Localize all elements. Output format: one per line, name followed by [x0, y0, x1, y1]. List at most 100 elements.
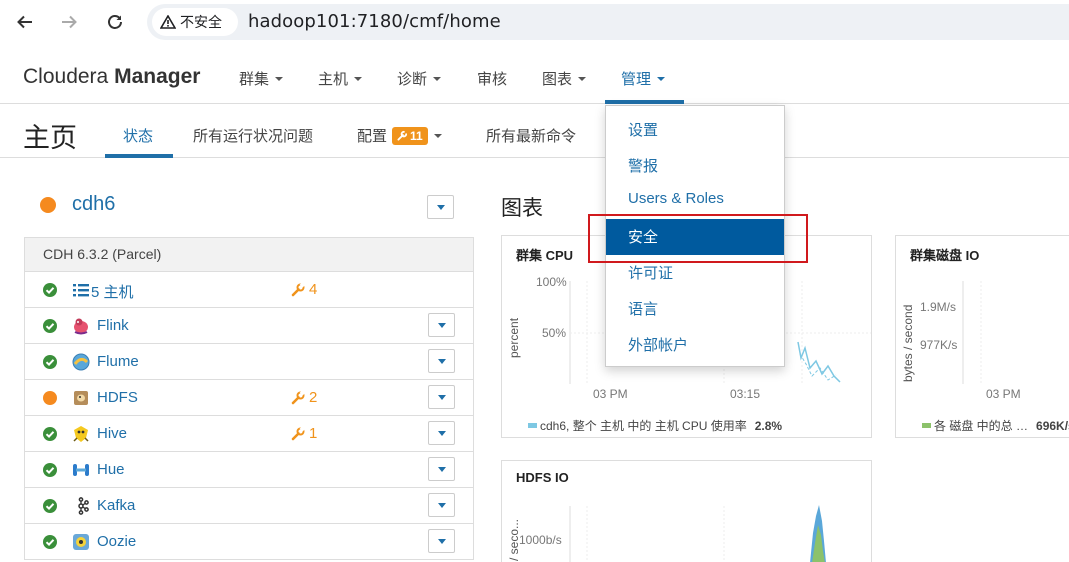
service-name-link[interactable]: Oozie [97, 533, 136, 550]
flink-icon [71, 316, 91, 336]
service-actions-dropdown[interactable] [428, 349, 455, 373]
wrench-icon [291, 426, 305, 440]
service-actions-dropdown[interactable] [428, 493, 455, 517]
charts-heading: 图表 [501, 197, 543, 220]
security-chip[interactable]: 不安全 [152, 8, 238, 36]
caret-down-icon [437, 394, 446, 400]
hdfs-io-chart[interactable]: HDFS IO / seco... 1000b/s [501, 460, 872, 562]
nav-hosts[interactable]: 主机 [318, 68, 363, 89]
chart-legend: 各 磁盘 中的总 … 696K/s [922, 417, 1069, 434]
legend-swatch [528, 423, 537, 428]
service-actions-dropdown[interactable] [428, 313, 455, 337]
tab-configuration[interactable]: 配置 11 [357, 125, 442, 146]
chart-legend: cdh6, 整个 主机 中的 主机 CPU 使用率 2.8% [528, 417, 782, 434]
service-name-link[interactable]: Flink [97, 317, 129, 334]
url-text[interactable]: hadoop101:7180/cmf/home [248, 11, 501, 32]
service-name-link[interactable]: Kafka [97, 497, 135, 514]
nav-administration[interactable]: 管理 [621, 68, 666, 89]
tab-recent-commands[interactable]: 所有最新命令 [486, 125, 576, 146]
legend-value: 2.8% [754, 418, 783, 433]
cluster-version-header: CDH 6.3.2 (Parcel) [24, 237, 474, 272]
caret-down-icon [437, 466, 446, 472]
service-name-link[interactable]: Flume [97, 353, 139, 370]
service-actions-dropdown[interactable] [428, 421, 455, 445]
cluster-status-dot [40, 197, 56, 213]
tab-active-indicator [105, 154, 173, 158]
brand-name-light: Cloudera [23, 65, 109, 88]
config-issues-link[interactable]: 2 [291, 389, 317, 406]
tab-label: 配置 [357, 128, 388, 145]
menu-item-settings[interactable]: 设置 [606, 112, 784, 148]
nav-clusters[interactable]: 群集 [239, 68, 284, 89]
caret-down-icon [437, 430, 446, 436]
cluster-actions-dropdown[interactable] [427, 195, 454, 219]
caret-down-icon [437, 358, 446, 364]
reload-button[interactable] [102, 9, 128, 35]
brand-name-bold: Manager [114, 65, 201, 88]
tab-all-health-issues[interactable]: 所有运行状况问题 [193, 125, 313, 146]
nav-audits[interactable]: 审核 [477, 68, 507, 89]
back-arrow-icon [17, 15, 32, 29]
service-name-link[interactable]: 5 主机 [91, 281, 134, 302]
wrench-icon [397, 130, 408, 141]
cluster-disk-io-chart[interactable]: 群集磁盘 IO bytes / second 1.9M/s 977K/s 03 … [895, 235, 1069, 438]
menu-item-alerts[interactable]: 警报 [606, 148, 784, 184]
service-name-link[interactable]: Hive [97, 425, 127, 442]
kafka-icon [71, 496, 91, 516]
menu-item-external-accounts[interactable]: 外部帐户 [606, 327, 784, 363]
nav-label: 图表 [542, 71, 573, 88]
service-name-link[interactable]: Hue [97, 461, 125, 478]
nav-diagnostics[interactable]: 诊断 [397, 68, 442, 89]
service-table: CDH 6.3.2 (Parcel) 5 主机 4 Flink Flume HDFS 2 H… [24, 237, 474, 560]
status-warning-icon [43, 391, 57, 405]
caret-down-icon [578, 76, 587, 81]
status-good-icon [43, 427, 57, 441]
page-title: 主页 [23, 123, 77, 153]
status-good-icon [43, 499, 57, 513]
service-row: Hue [24, 452, 474, 488]
hive-icon [71, 424, 91, 444]
status-good-icon [43, 463, 57, 477]
config-issues-link[interactable]: 1 [291, 425, 317, 442]
menu-item-language[interactable]: 语言 [606, 291, 784, 327]
caret-down-icon [433, 76, 442, 81]
status-good-icon [43, 355, 57, 369]
hdfs-plot-area [569, 505, 826, 562]
service-actions-dropdown[interactable] [428, 385, 455, 409]
service-name-link[interactable]: HDFS [97, 389, 138, 406]
caret-down-icon [437, 322, 446, 328]
issue-count: 2 [309, 389, 318, 406]
service-row: HDFS 2 [24, 380, 474, 416]
tab-label: 所有最新命令 [486, 128, 577, 145]
caret-down-icon [437, 502, 446, 508]
oozie-icon [71, 532, 91, 552]
service-actions-dropdown[interactable] [428, 457, 455, 481]
status-good-icon [43, 283, 57, 297]
caret-down-icon [436, 204, 445, 210]
address-bar[interactable]: 不安全 hadoop101:7180/cmf/home [147, 4, 1069, 40]
legend-value: 696K/s [1036, 418, 1069, 433]
nav-label: 主机 [318, 71, 349, 88]
wrench-icon [291, 390, 305, 404]
legend-label: cdh6, 整个 主机 中的 主机 CPU 使用率 [540, 419, 747, 433]
config-issues-link[interactable]: 4 [291, 281, 317, 298]
service-row: 5 主机 4 [24, 272, 474, 308]
nav-charts[interactable]: 图表 [542, 68, 587, 89]
config-issues-badge: 11 [392, 126, 428, 145]
status-good-icon [43, 535, 57, 549]
flume-icon [71, 352, 91, 372]
legend-label: 各 磁盘 中的总 … [934, 419, 1029, 433]
badge-count: 11 [410, 128, 423, 143]
back-button[interactable] [12, 9, 38, 35]
service-row: Flume [24, 344, 474, 380]
service-row: Hive 1 [24, 416, 474, 452]
caret-down-icon [275, 76, 284, 81]
forward-arrow-icon [62, 15, 77, 29]
page-header: 主页 状态 所有运行状况问题 配置 11 所有最新命令 [0, 104, 1069, 158]
forward-button[interactable] [56, 9, 82, 35]
cluster-name-link[interactable]: cdh6 [72, 193, 115, 216]
hosts-list-icon [71, 280, 91, 300]
tab-status[interactable]: 状态 [123, 125, 153, 146]
service-actions-dropdown[interactable] [428, 529, 455, 553]
brand-logo[interactable]: Cloudera Manager [23, 65, 200, 89]
